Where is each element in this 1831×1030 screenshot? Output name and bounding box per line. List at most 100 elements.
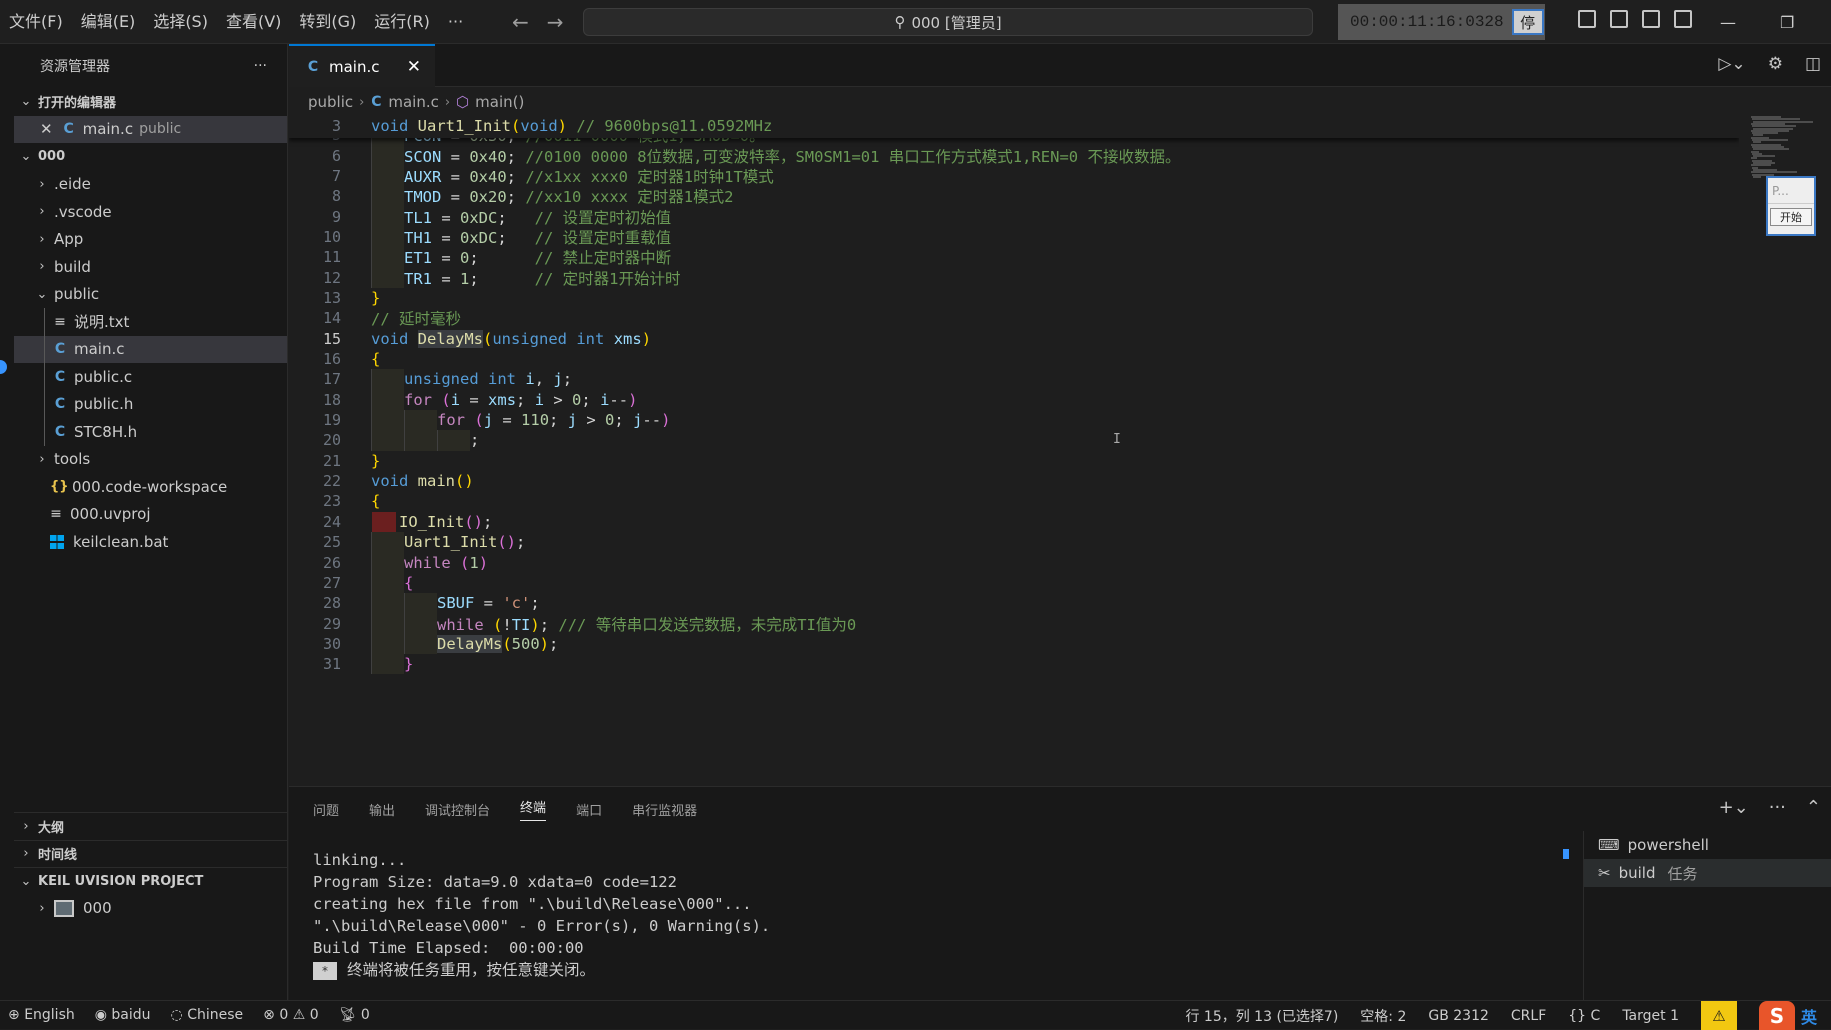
code-line[interactable]: 13} — [289, 288, 1739, 308]
code-line[interactable]: 9 TL1 = 0xDC; // 设置定时初始值 — [289, 206, 1739, 227]
terminal-output[interactable]: linking... Program Size: data=9.0 xdata=0… — [313, 849, 770, 981]
panel-tab[interactable]: 调试控制台 — [425, 800, 490, 819]
terminal-item-build[interactable]: ✂ build 任务 — [1584, 859, 1831, 887]
status-target[interactable]: Target 1 — [1622, 1008, 1679, 1024]
tree-item[interactable]: › .eide — [14, 171, 287, 199]
code-line[interactable]: 21} — [289, 451, 1739, 471]
more-actions-icon[interactable]: ··· — [1769, 797, 1786, 818]
tree-item[interactable]: › tools — [14, 446, 287, 474]
maximize-panel-icon[interactable]: ⌃ — [1806, 797, 1821, 818]
status-ports[interactable]: 📡︎ 0 — [339, 1007, 370, 1023]
status-cursor-position[interactable]: 行 15，列 13 (已选择7) — [1185, 1006, 1338, 1026]
status-encoding[interactable]: GB 2312 — [1428, 1008, 1489, 1024]
code-line[interactable]: 10 TH1 = 0xDC; // 设置定时重载值 — [289, 226, 1739, 248]
code-line[interactable]: 31} — [289, 654, 1739, 675]
code-line[interactable]: 12 TR1 = 1; // 定时器1开始计时 — [289, 267, 1739, 288]
code-line[interactable]: 19 for (j = 110; j > 0; j--) — [289, 409, 1739, 431]
code-line[interactable]: 22 void main() — [289, 471, 1739, 491]
forward-arrow-icon[interactable]: → — [547, 10, 564, 34]
code-line[interactable]: 25 Uart1_Init(); — [289, 532, 1739, 553]
tree-item[interactable]: keilclean.bat — [14, 528, 287, 556]
timeline-section[interactable]: › 时间线 — [14, 839, 288, 868]
close-icon[interactable]: ✕ — [407, 57, 421, 77]
tree-item[interactable]: ≡ 000.uvproj — [14, 501, 287, 529]
menu-item[interactable]: 查看(V) — [217, 0, 290, 44]
overlay-input[interactable]: P... — [1768, 178, 1814, 204]
menu-more[interactable]: ··· — [439, 0, 472, 44]
run-debug-icon[interactable]: ▷⌄ — [1718, 54, 1745, 74]
code-line[interactable]: 23 { — [289, 491, 1739, 511]
restore-icon[interactable]: ❐ — [1780, 13, 1794, 32]
code-line[interactable]: 30 DelayMs(500); — [289, 633, 1739, 655]
code-line[interactable]: 20; — [289, 430, 1739, 451]
tree-item[interactable]: Cpublic.h — [14, 390, 287, 418]
close-icon[interactable]: ✕ — [40, 120, 53, 138]
command-center[interactable]: ⚲ 000 [管理员] — [583, 8, 1313, 36]
code-line[interactable]: 27 { — [289, 572, 1739, 594]
customize-layout-icon[interactable] — [1674, 10, 1692, 28]
menu-item[interactable]: 转到(G) — [290, 0, 365, 44]
status-language[interactable]: ⊕ English — [8, 1007, 75, 1023]
status-problems[interactable]: ⊗ 0 ⚠ 0 — [263, 1007, 318, 1023]
sticky-scroll-line[interactable]: 3 void Uart1_Init(void) // 9600bps@11.059… — [289, 114, 1739, 138]
open-editor-item[interactable]: ✕ C main.c public — [14, 115, 287, 143]
code-editor[interactable]: 3 void Uart1_Init(void) // 9600bps@11.059… — [289, 114, 1739, 786]
menu-item[interactable]: 运行(R) — [365, 0, 439, 44]
code-line[interactable]: 24 IO_Init(); — [289, 511, 1739, 532]
toggle-primary-sidebar-icon[interactable] — [1578, 10, 1596, 28]
toggle-panel-icon[interactable] — [1610, 10, 1628, 28]
keil-section[interactable]: ⌄ KEIL UVISION PROJECT — [14, 867, 288, 895]
tree-item[interactable]: › build — [14, 253, 287, 281]
tree-item[interactable]: ⌄ public — [14, 281, 287, 309]
panel-tab[interactable]: 输出 — [369, 800, 395, 819]
tree-item[interactable]: {} 000.code-workspace — [14, 473, 287, 501]
menu-item[interactable]: 选择(S) — [144, 0, 217, 44]
more-actions-icon[interactable]: ··· — [254, 58, 267, 74]
status-chinese[interactable]: ◌ Chinese — [171, 1007, 244, 1023]
warning-icon[interactable]: ⚠ — [1700, 1001, 1737, 1030]
code-line[interactable]: 14 // 延时毫秒 — [289, 308, 1739, 328]
recorder-stop-button[interactable]: 停 — [1511, 9, 1544, 35]
code-line[interactable]: 26 while (1) — [289, 552, 1739, 573]
tab-main-c[interactable]: C main.c ✕ — [289, 44, 435, 87]
start-button[interactable]: 开始 — [1770, 208, 1812, 226]
keil-project-item[interactable]: › 000 — [14, 895, 288, 923]
tree-item[interactable]: Cmain.c — [14, 335, 287, 363]
panel-tab[interactable]: 问题 — [313, 800, 339, 819]
status-baidu[interactable]: ◉ baidu — [95, 1007, 151, 1023]
terminal-item-powershell[interactable]: ⌨ powershell — [1584, 831, 1831, 859]
tree-item[interactable]: › .vscode — [14, 198, 287, 226]
panel-tab[interactable]: 终端 — [520, 797, 547, 821]
gear-icon[interactable]: ⚙ — [1768, 54, 1783, 74]
breadcrumb-symbol[interactable]: main() — [475, 93, 524, 111]
panel-tab[interactable]: 串行监视器 — [632, 800, 697, 819]
outline-section[interactable]: › 大纲 — [14, 812, 288, 840]
code-line[interactable]: 6 SCON = 0x40; //0100 0000 8位数据,可变波特率，SM0… — [289, 145, 1739, 166]
code-line[interactable]: 11 ET1 = 0; // 禁止定时器中断 — [289, 247, 1739, 268]
workspace-root[interactable]: ⌄ 000 — [14, 143, 287, 171]
split-editor-icon[interactable]: ◫ — [1805, 54, 1821, 74]
tree-item[interactable]: C STC8H.h — [14, 418, 287, 446]
code-line[interactable]: 15 void DelayMs(unsigned int xms) — [289, 329, 1739, 349]
tree-item[interactable]: ≡ 说明.txt — [14, 308, 287, 336]
status-language-mode[interactable]: {} C — [1568, 1008, 1600, 1024]
code-line[interactable]: 16 { — [289, 349, 1739, 369]
panel-tab[interactable]: 端口 — [576, 800, 602, 819]
back-arrow-icon[interactable]: ← — [512, 10, 529, 34]
code-line[interactable]: 28 SBUF = 'c'; — [289, 593, 1739, 614]
tree-item[interactable]: › App — [14, 226, 287, 254]
code-line[interactable]: 17 unsigned int i, j; — [289, 369, 1739, 390]
minimize-icon[interactable]: — — [1720, 13, 1736, 32]
open-editors-section[interactable]: ⌄ 打开的编辑器 — [14, 88, 287, 116]
status-eol[interactable]: CRLF — [1511, 1008, 1546, 1024]
menu-item[interactable]: 文件(F) — [0, 0, 72, 44]
tree-item[interactable]: Cpublic.c — [14, 363, 287, 391]
menu-item[interactable]: 编辑(E) — [72, 0, 145, 44]
code-line[interactable]: 18 for (i = xms; i > 0; i--) — [289, 389, 1739, 410]
code-line[interactable]: 8 TMOD = 0x20; //xx10 xxxx 定时器1模式2 — [289, 186, 1739, 207]
breadcrumb-folder[interactable]: public — [308, 93, 353, 111]
ime-indicator[interactable]: S 英 — [1758, 1001, 1831, 1030]
breadcrumb-file[interactable]: main.c — [388, 93, 439, 111]
code-line[interactable]: 7 AUXR = 0x40; //x1xx xxx0 定时器1时钟1T模式 — [289, 165, 1739, 187]
code-line[interactable]: 29 while (!TI); /// 等待串口发送完数据，未完成TI值为0 — [289, 613, 1739, 634]
